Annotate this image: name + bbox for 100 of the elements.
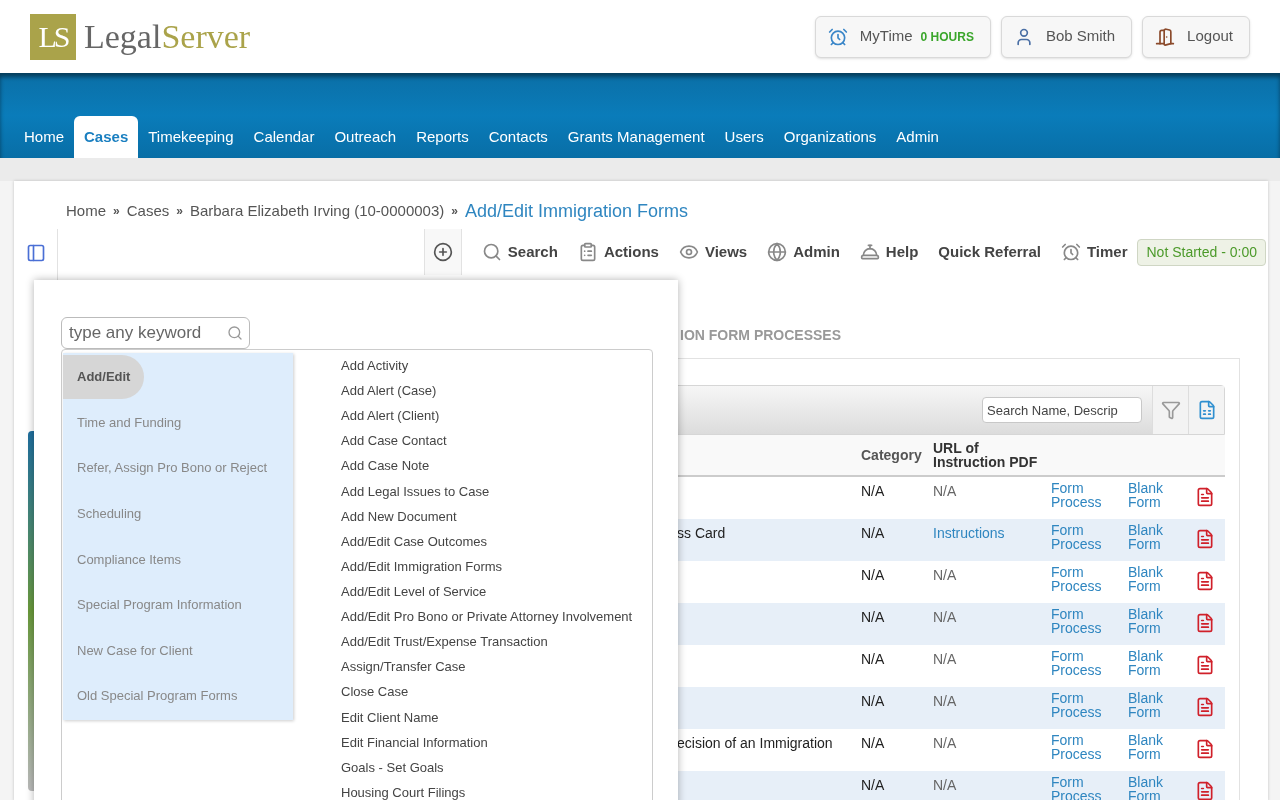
globe-icon <box>767 242 788 262</box>
breadcrumb-link[interactable]: Home <box>66 199 106 223</box>
action-link[interactable]: Add Activity <box>341 356 633 382</box>
form-process-link[interactable]: Form Process <box>1051 733 1111 761</box>
category-tab[interactable]: Scheduling <box>63 491 156 536</box>
eye-icon <box>678 242 699 262</box>
category-tab[interactable]: Special Program Information <box>63 583 256 627</box>
nav-tab[interactable]: Contacts <box>478 116 558 158</box>
nav-tab[interactable]: Home <box>14 116 74 158</box>
pdf-icon[interactable] <box>1195 529 1215 549</box>
logo-mark: LS <box>30 13 76 60</box>
admin-button[interactable]: Admin <box>767 240 840 264</box>
nav-tab[interactable]: Timekeeping <box>138 116 244 158</box>
nav-tab[interactable]: Reports <box>406 116 479 158</box>
table-cell: N/A <box>861 609 885 625</box>
logout-button[interactable]: Logout <box>1142 15 1250 58</box>
action-link[interactable]: Add/Edit Case Outcomes <box>341 531 633 557</box>
blank-form-link[interactable]: Blank Form <box>1128 649 1173 677</box>
blank-form-link[interactable]: Blank Form <box>1128 481 1173 509</box>
action-link[interactable]: Close Case <box>341 682 633 708</box>
column-header: Category <box>861 445 923 465</box>
blank-form-link[interactable]: Blank Form <box>1128 691 1173 719</box>
action-link[interactable]: Add Case Note <box>341 456 633 482</box>
nav-tab[interactable]: Organizations <box>773 116 887 158</box>
pdf-icon[interactable] <box>1195 487 1215 507</box>
logo-text: Legal <box>84 17 162 57</box>
keyword-search-field[interactable]: type any keyword <box>61 317 250 349</box>
action-link[interactable]: Add Alert (Client) <box>341 406 633 432</box>
form-process-link[interactable]: Form Process <box>1051 523 1111 551</box>
actions-button[interactable]: Actions <box>577 240 659 264</box>
search-icon <box>227 325 243 341</box>
pdf-icon[interactable] <box>1195 697 1215 717</box>
instructions-link[interactable]: Instructions <box>933 525 1005 541</box>
nav-tab[interactable]: Grants Management <box>557 116 715 158</box>
action-link[interactable]: Housing Court Filings <box>341 782 633 800</box>
filter-icon[interactable] <box>1160 400 1181 420</box>
nav-tab[interactable]: Users <box>714 116 774 158</box>
action-link[interactable]: Add/Edit Trust/Expense Transaction <box>341 632 633 658</box>
add-button[interactable] <box>423 229 462 275</box>
category-tab[interactable]: Time and Funding <box>63 400 196 445</box>
action-link[interactable]: Goals - Set Goals <box>341 757 633 783</box>
action-link[interactable]: Add New Document <box>341 506 633 532</box>
breadcrumb-link[interactable]: Barbara Elizabeth Irving (10-0000003) <box>189 199 445 223</box>
quick-referral-button[interactable]: Quick Referral <box>938 240 1041 264</box>
logo-text: Server <box>161 17 251 57</box>
category-tab[interactable]: Compliance Items <box>63 537 196 582</box>
timer-button[interactable]: Timer <box>1060 240 1128 264</box>
table-cell: N/A <box>933 651 957 667</box>
timer-status: Not Started - 0:00 <box>1137 238 1266 266</box>
form-process-link[interactable]: Form Process <box>1051 649 1111 677</box>
plus-icon <box>432 242 453 262</box>
pdf-icon[interactable] <box>1195 655 1215 675</box>
action-link[interactable]: Add Alert (Case) <box>341 381 633 407</box>
alarm-clock-icon <box>1060 242 1081 262</box>
table-cell: N/A <box>933 567 957 583</box>
pdf-icon[interactable] <box>1195 613 1215 633</box>
form-process-link[interactable]: Form Process <box>1051 607 1111 635</box>
table-cell: N/A <box>861 777 885 793</box>
action-link[interactable]: Assign/Transfer Case <box>341 657 633 683</box>
form-process-link[interactable]: Form Process <box>1051 691 1111 719</box>
category-tab[interactable]: Old Special Program Forms <box>63 674 252 718</box>
form-process-link[interactable]: Form Process <box>1051 481 1111 509</box>
help-button[interactable]: Help <box>859 240 919 264</box>
breadcrumb-separator: » <box>113 203 120 220</box>
action-link[interactable]: Add Legal Issues to Case <box>341 481 633 507</box>
nav-tab[interactable]: Cases <box>74 116 139 158</box>
column-header: URL of Instruction PDF <box>933 441 1039 469</box>
action-link[interactable]: Add/Edit Immigration Forms <box>341 556 633 582</box>
nav-tab[interactable]: Calendar <box>243 116 325 158</box>
action-link[interactable]: Add/Edit Pro Bono or Private Attorney Involvement <box>341 607 633 633</box>
search-icon <box>481 242 502 262</box>
table-cell: N/A <box>861 567 885 583</box>
action-link[interactable]: Add/Edit Level of Service <box>341 582 633 608</box>
category-tab[interactable]: Refer, Assign Pro Bono or Reject <box>63 446 282 490</box>
action-link[interactable]: Edit Financial Information <box>341 732 633 758</box>
mytime-button[interactable]: MyTime 0 HOURS <box>814 15 991 58</box>
search-button[interactable]: Search <box>481 240 558 264</box>
nav-tab[interactable]: Outreach <box>324 116 407 158</box>
blank-form-link[interactable]: Blank Form <box>1128 565 1173 593</box>
table-search-field[interactable]: Search Name, Descrip <box>982 397 1142 423</box>
action-link[interactable]: Edit Client Name <box>341 707 633 733</box>
page-title: Add/Edit Immigration Forms <box>464 199 688 223</box>
blank-form-link[interactable]: Blank Form <box>1128 733 1173 761</box>
form-process-link[interactable]: Form Process <box>1051 565 1111 593</box>
pdf-icon[interactable] <box>1195 739 1215 759</box>
door-icon <box>1155 26 1176 47</box>
blank-form-link[interactable]: Blank Form <box>1128 523 1173 551</box>
category-tab[interactable]: New Case for Client <box>63 628 207 673</box>
nav-tab[interactable]: Admin <box>886 116 949 158</box>
user-button[interactable]: Bob Smith <box>1000 15 1133 58</box>
table-cell: N/A <box>933 609 957 625</box>
breadcrumb-link[interactable]: Cases <box>126 199 170 223</box>
category-tab[interactable]: Add/Edit <box>63 355 145 399</box>
table-cell: N/A <box>933 483 957 499</box>
pdf-icon[interactable] <box>1195 781 1215 800</box>
pdf-icon[interactable] <box>1195 571 1215 591</box>
blank-form-link[interactable]: Blank Form <box>1128 607 1173 635</box>
action-link[interactable]: Add Case Contact <box>341 431 633 457</box>
sidebar-toggle-icon[interactable] <box>25 243 46 263</box>
views-button[interactable]: Views <box>678 240 748 264</box>
